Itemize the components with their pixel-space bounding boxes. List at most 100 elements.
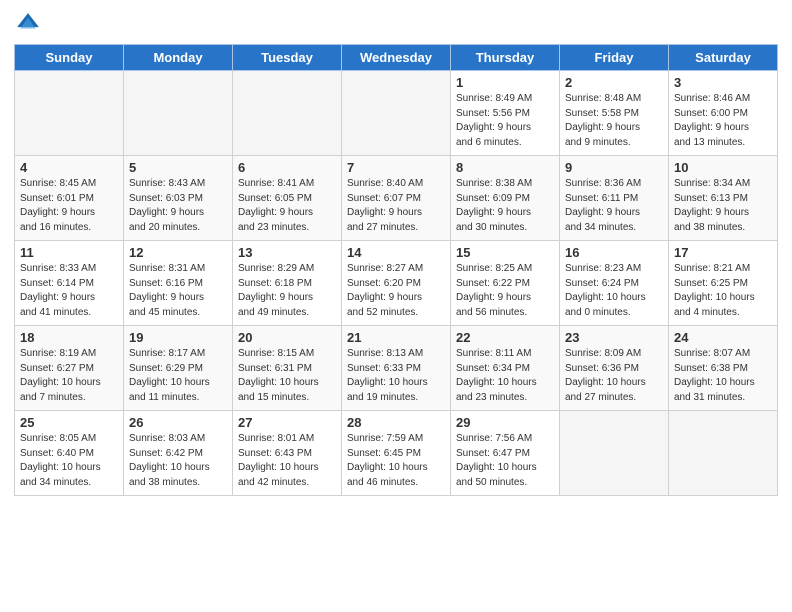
calendar-cell: 2 Sunrise: 8:48 AMSunset: 5:58 PMDaylight…	[560, 71, 669, 156]
day-info: Sunrise: 8:40 AMSunset: 6:07 PMDaylight:…	[347, 177, 445, 235]
calendar-cell: 19 Sunrise: 8:17 AMSunset: 6:29 PMDayligh…	[124, 326, 233, 411]
calendar-cell: 12 Sunrise: 8:31 AMSunset: 6:16 PMDayligh…	[124, 241, 233, 326]
day-info: Sunrise: 8:21 AMSunset: 6:25 PMDaylight:…	[674, 262, 772, 320]
calendar-cell: 9Sunrise: 8:36 AMSunset: 6:11 PMDaylight…	[560, 156, 669, 241]
day-number: 14	[347, 245, 445, 260]
logo-icon	[14, 10, 42, 38]
weekday-header-wednesday: Wednesday	[342, 45, 451, 71]
day-number: 19	[129, 330, 227, 345]
day-info: Sunrise: 8:29 AMSunset: 6:18 PMDaylight:…	[238, 262, 336, 320]
day-number: 6	[238, 160, 336, 175]
week-row-2: 4 Sunrise: 8:45 AMSunset: 6:01 PMDaylight…	[15, 156, 778, 241]
day-info: Sunrise: 8:46 AMSunset: 6:00 PMDaylight:…	[674, 92, 772, 150]
calendar-cell: 22 Sunrise: 8:11 AMSunset: 6:34 PMDayligh…	[451, 326, 560, 411]
calendar-cell: 7 Sunrise: 8:40 AMSunset: 6:07 PMDaylight…	[342, 156, 451, 241]
day-number: 20	[238, 330, 336, 345]
day-number: 2	[565, 75, 663, 90]
day-info: Sunrise: 8:15 AMSunset: 6:31 PMDaylight:…	[238, 347, 336, 405]
day-info: Sunrise: 8:38 AMSunset: 6:09 PMDaylight:…	[456, 177, 554, 235]
day-info: Sunrise: 8:49 AMSunset: 5:56 PMDaylight:…	[456, 92, 554, 150]
calendar-cell	[233, 71, 342, 156]
day-number: 29	[456, 415, 554, 430]
day-info: Sunrise: 8:25 AMSunset: 6:22 PMDaylight:…	[456, 262, 554, 320]
week-row-1: 1 Sunrise: 8:49 AMSunset: 5:56 PMDaylight…	[15, 71, 778, 156]
weekday-header-thursday: Thursday	[451, 45, 560, 71]
day-info: Sunrise: 8:03 AMSunset: 6:42 PMDaylight:…	[129, 432, 227, 490]
calendar-cell: 15 Sunrise: 8:25 AMSunset: 6:22 PMDayligh…	[451, 241, 560, 326]
weekday-header-row: SundayMondayTuesdayWednesdayThursdayFrid…	[15, 45, 778, 71]
weekday-header-tuesday: Tuesday	[233, 45, 342, 71]
day-number: 4	[20, 160, 118, 175]
day-info: Sunrise: 8:17 AMSunset: 6:29 PMDaylight:…	[129, 347, 227, 405]
day-info: Sunrise: 8:09 AMSunset: 6:36 PMDaylight:…	[565, 347, 663, 405]
day-number: 1	[456, 75, 554, 90]
week-row-5: 25Sunrise: 8:05 AMSunset: 6:40 PMDayligh…	[15, 411, 778, 496]
calendar-cell: 21Sunrise: 8:13 AMSunset: 6:33 PMDayligh…	[342, 326, 451, 411]
day-info: Sunrise: 8:13 AMSunset: 6:33 PMDaylight:…	[347, 347, 445, 405]
day-number: 10	[674, 160, 772, 175]
day-number: 23	[565, 330, 663, 345]
day-number: 18	[20, 330, 118, 345]
header	[14, 10, 778, 38]
calendar-cell	[124, 71, 233, 156]
day-number: 28	[347, 415, 445, 430]
day-info: Sunrise: 7:56 AMSunset: 6:47 PMDaylight:…	[456, 432, 554, 490]
week-row-3: 11 Sunrise: 8:33 AMSunset: 6:14 PMDayligh…	[15, 241, 778, 326]
day-info: Sunrise: 8:11 AMSunset: 6:34 PMDaylight:…	[456, 347, 554, 405]
logo	[14, 10, 46, 38]
calendar-cell: 1 Sunrise: 8:49 AMSunset: 5:56 PMDaylight…	[451, 71, 560, 156]
day-number: 25	[20, 415, 118, 430]
calendar-cell: 29 Sunrise: 7:56 AMSunset: 6:47 PMDayligh…	[451, 411, 560, 496]
day-number: 9	[565, 160, 663, 175]
calendar-cell: 20 Sunrise: 8:15 AMSunset: 6:31 PMDayligh…	[233, 326, 342, 411]
weekday-header-sunday: Sunday	[15, 45, 124, 71]
calendar-cell: 23 Sunrise: 8:09 AMSunset: 6:36 PMDayligh…	[560, 326, 669, 411]
day-number: 5	[129, 160, 227, 175]
calendar-cell: 27 Sunrise: 8:01 AMSunset: 6:43 PMDayligh…	[233, 411, 342, 496]
day-number: 27	[238, 415, 336, 430]
day-number: 11	[20, 245, 118, 260]
calendar-cell: 11 Sunrise: 8:33 AMSunset: 6:14 PMDayligh…	[15, 241, 124, 326]
calendar-cell: 5Sunrise: 8:43 AMSunset: 6:03 PMDaylight…	[124, 156, 233, 241]
day-number: 12	[129, 245, 227, 260]
day-number: 3	[674, 75, 772, 90]
day-number: 8	[456, 160, 554, 175]
day-number: 7	[347, 160, 445, 175]
calendar-cell	[560, 411, 669, 496]
calendar-cell	[342, 71, 451, 156]
day-info: Sunrise: 7:59 AMSunset: 6:45 PMDaylight:…	[347, 432, 445, 490]
day-info: Sunrise: 8:19 AMSunset: 6:27 PMDaylight:…	[20, 347, 118, 405]
day-info: Sunrise: 8:31 AMSunset: 6:16 PMDaylight:…	[129, 262, 227, 320]
day-number: 16	[565, 245, 663, 260]
calendar-cell	[669, 411, 778, 496]
day-number: 13	[238, 245, 336, 260]
calendar-cell: 14Sunrise: 8:27 AMSunset: 6:20 PMDayligh…	[342, 241, 451, 326]
day-info: Sunrise: 8:07 AMSunset: 6:38 PMDaylight:…	[674, 347, 772, 405]
day-info: Sunrise: 8:45 AMSunset: 6:01 PMDaylight:…	[20, 177, 118, 235]
page-container: SundayMondayTuesdayWednesdayThursdayFrid…	[0, 0, 792, 612]
day-number: 22	[456, 330, 554, 345]
day-info: Sunrise: 8:48 AMSunset: 5:58 PMDaylight:…	[565, 92, 663, 150]
calendar-cell: 24 Sunrise: 8:07 AMSunset: 6:38 PMDayligh…	[669, 326, 778, 411]
weekday-header-monday: Monday	[124, 45, 233, 71]
day-number: 15	[456, 245, 554, 260]
calendar-cell: 26 Sunrise: 8:03 AMSunset: 6:42 PMDayligh…	[124, 411, 233, 496]
day-info: Sunrise: 8:34 AMSunset: 6:13 PMDaylight:…	[674, 177, 772, 235]
calendar-cell: 4 Sunrise: 8:45 AMSunset: 6:01 PMDaylight…	[15, 156, 124, 241]
day-number: 24	[674, 330, 772, 345]
calendar-cell: 17 Sunrise: 8:21 AMSunset: 6:25 PMDayligh…	[669, 241, 778, 326]
day-info: Sunrise: 8:33 AMSunset: 6:14 PMDaylight:…	[20, 262, 118, 320]
calendar-cell: 13 Sunrise: 8:29 AMSunset: 6:18 PMDayligh…	[233, 241, 342, 326]
day-info: Sunrise: 8:41 AMSunset: 6:05 PMDaylight:…	[238, 177, 336, 235]
week-row-4: 18 Sunrise: 8:19 AMSunset: 6:27 PMDayligh…	[15, 326, 778, 411]
calendar-cell: 18 Sunrise: 8:19 AMSunset: 6:27 PMDayligh…	[15, 326, 124, 411]
calendar-cell: 3 Sunrise: 8:46 AMSunset: 6:00 PMDaylight…	[669, 71, 778, 156]
day-number: 26	[129, 415, 227, 430]
calendar-cell: 8 Sunrise: 8:38 AMSunset: 6:09 PMDaylight…	[451, 156, 560, 241]
calendar-cell: 16Sunrise: 8:23 AMSunset: 6:24 PMDayligh…	[560, 241, 669, 326]
calendar-cell: 28 Sunrise: 7:59 AMSunset: 6:45 PMDayligh…	[342, 411, 451, 496]
day-number: 17	[674, 245, 772, 260]
calendar-table: SundayMondayTuesdayWednesdayThursdayFrid…	[14, 44, 778, 496]
calendar-cell: 25Sunrise: 8:05 AMSunset: 6:40 PMDayligh…	[15, 411, 124, 496]
day-info: Sunrise: 8:01 AMSunset: 6:43 PMDaylight:…	[238, 432, 336, 490]
